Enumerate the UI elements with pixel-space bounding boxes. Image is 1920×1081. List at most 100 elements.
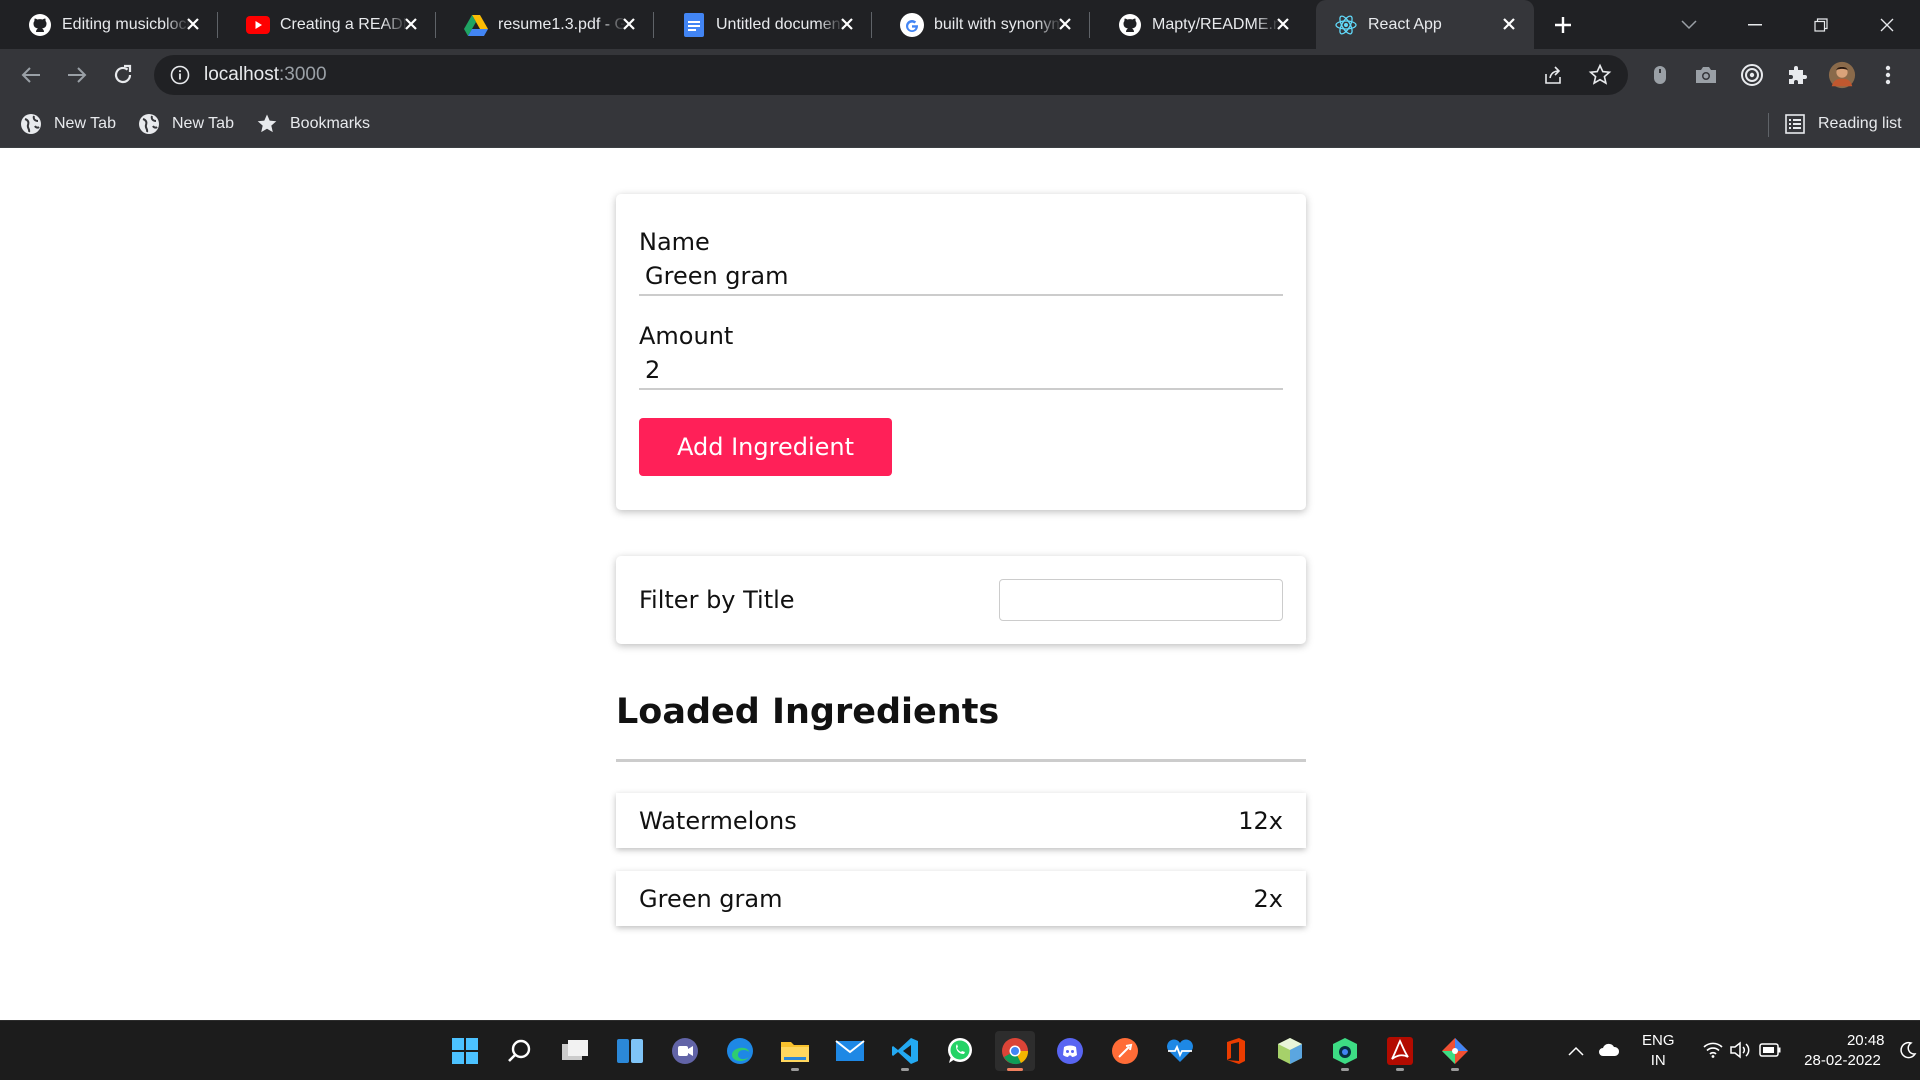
tab-creating-readme[interactable]: Creating a README [218, 0, 436, 49]
chrome-icon[interactable] [995, 1031, 1035, 1071]
site-info-icon[interactable] [170, 65, 190, 90]
chrome-menu-icon[interactable] [1874, 61, 1902, 89]
tab-mapty-readme[interactable]: Mapty/README.md [1090, 0, 1308, 49]
running-indicator [1451, 1068, 1459, 1071]
volume-icon[interactable] [1729, 1040, 1751, 1062]
new-tab-button[interactable] [1548, 10, 1578, 40]
name-input[interactable] [639, 258, 1283, 296]
ingredient-name: Green gram [639, 885, 783, 913]
bookmark-new-tab-2[interactable]: New Tab [138, 111, 234, 137]
android-studio-icon[interactable] [1325, 1031, 1365, 1071]
whatsapp-icon[interactable] [940, 1031, 980, 1071]
bookmark-label: Bookmarks [290, 115, 371, 132]
close-icon[interactable] [1272, 13, 1294, 35]
extension-mouse-icon[interactable] [1646, 61, 1674, 89]
postman-icon[interactable] [1105, 1031, 1145, 1071]
reading-list-button[interactable]: Reading list [1784, 111, 1902, 137]
task-view-icon[interactable] [555, 1031, 595, 1071]
reading-list-label: Reading list [1818, 115, 1902, 132]
box-icon[interactable] [1270, 1031, 1310, 1071]
share-icon[interactable] [1542, 64, 1564, 91]
ingredient-list-item[interactable]: Green gram 2x [616, 871, 1306, 926]
acrobat-icon[interactable] [1380, 1031, 1420, 1071]
windows-taskbar: ENG IN 20:48 28-02-2022 [0, 1020, 1920, 1080]
input-language-indicator[interactable]: ENG IN [1642, 1031, 1675, 1071]
tab-editing-musicblocks[interactable]: Editing musicblocks [0, 0, 218, 49]
profile-avatar[interactable] [1828, 61, 1856, 89]
bookmark-star-icon[interactable] [1588, 63, 1612, 92]
bookmark-label: New Tab [172, 115, 234, 132]
ingredient-name: Watermelons [639, 807, 797, 835]
discord-icon[interactable] [1050, 1031, 1090, 1071]
filter-input[interactable] [999, 579, 1283, 621]
react-icon [1334, 13, 1358, 37]
globe-icon [138, 113, 160, 135]
url-host: localhost [204, 64, 279, 85]
close-icon[interactable] [1498, 13, 1520, 35]
close-icon[interactable] [182, 13, 204, 35]
tab-react-app[interactable]: React App [1316, 0, 1534, 49]
search-icon[interactable] [500, 1031, 540, 1071]
bookmarks-bar: New Tab New Tab Bookmarks Reading list [0, 101, 1920, 148]
close-icon[interactable] [836, 13, 858, 35]
file-explorer-icon[interactable] [775, 1031, 815, 1071]
ingredient-list-item[interactable]: Watermelons 12x [616, 793, 1306, 848]
bookmark-bookmarks[interactable]: Bookmarks [256, 111, 370, 137]
running-indicator [1007, 1068, 1023, 1071]
close-window-button[interactable] [1854, 0, 1920, 49]
amount-label: Amount [639, 322, 734, 350]
browser-toolbar: localhost:3000 [0, 49, 1920, 101]
close-icon[interactable] [618, 13, 640, 35]
tab-title: Editing musicblocks [62, 15, 190, 33]
git-icon[interactable] [1435, 1031, 1475, 1071]
tab-title: resume1.3.pdf - Google Drive [498, 15, 626, 33]
ingredient-amount: 12x [1238, 807, 1283, 835]
youtube-icon [246, 13, 270, 37]
onedrive-cloud-icon[interactable] [1598, 1043, 1620, 1060]
reload-button[interactable] [109, 61, 137, 89]
vscode-icon[interactable] [885, 1031, 925, 1071]
region-code: IN [1650, 1052, 1666, 1069]
extensions-puzzle-icon[interactable] [1783, 61, 1811, 89]
close-icon[interactable] [1054, 13, 1076, 35]
show-hidden-icons-chevron-icon[interactable] [1568, 1043, 1584, 1059]
back-button[interactable] [17, 61, 45, 89]
minimize-button[interactable] [1722, 0, 1788, 49]
widgets-icon[interactable] [610, 1031, 650, 1071]
extension-target-icon[interactable] [1738, 61, 1766, 89]
loaded-ingredients-title: Loaded Ingredients [616, 692, 1000, 732]
tab-title: Mapty/README.md [1152, 15, 1280, 33]
mail-icon[interactable] [830, 1031, 870, 1071]
close-icon[interactable] [400, 13, 422, 35]
extension-camera-icon[interactable] [1692, 61, 1720, 89]
bookmarks-separator [1768, 113, 1769, 137]
tab-resume-pdf[interactable]: resume1.3.pdf - Google Drive [436, 0, 654, 49]
wifi-icon[interactable] [1702, 1042, 1723, 1061]
section-divider [616, 759, 1306, 762]
forward-button[interactable] [63, 61, 91, 89]
restore-button[interactable] [1788, 0, 1854, 49]
tab-untitled-document[interactable]: Untitled document [654, 0, 872, 49]
tab-search-button[interactable] [1656, 0, 1722, 49]
edge-icon[interactable] [720, 1031, 760, 1071]
add-ingredient-button[interactable]: Add Ingredient [639, 418, 892, 476]
filter-card: Filter by Title [616, 556, 1306, 644]
amount-input[interactable] [639, 352, 1283, 390]
notifications-moon-icon[interactable] [1899, 1041, 1917, 1062]
battery-icon[interactable] [1758, 1042, 1781, 1060]
address-bar[interactable]: localhost:3000 [154, 55, 1628, 95]
globe-icon [20, 113, 42, 135]
teams-chat-icon[interactable] [665, 1031, 705, 1071]
office-icon[interactable] [1215, 1031, 1255, 1071]
tab-strip: Editing musicblocks Creating a README re… [0, 0, 1920, 49]
reading-list-icon [1784, 113, 1806, 135]
clock[interactable]: 20:48 28-02-2022 [1801, 1031, 1885, 1071]
github-icon [28, 13, 52, 37]
clock-time: 20:48 [1846, 1032, 1885, 1049]
bookmark-new-tab-1[interactable]: New Tab [20, 111, 116, 137]
heart-rate-icon[interactable] [1160, 1031, 1200, 1071]
page-viewport: Name Amount Add Ingredient Filter by Tit… [0, 148, 1920, 1020]
github-icon [1118, 13, 1142, 37]
tab-built-with-synonym[interactable]: built with synonym [872, 0, 1090, 49]
start-icon[interactable] [445, 1031, 485, 1071]
